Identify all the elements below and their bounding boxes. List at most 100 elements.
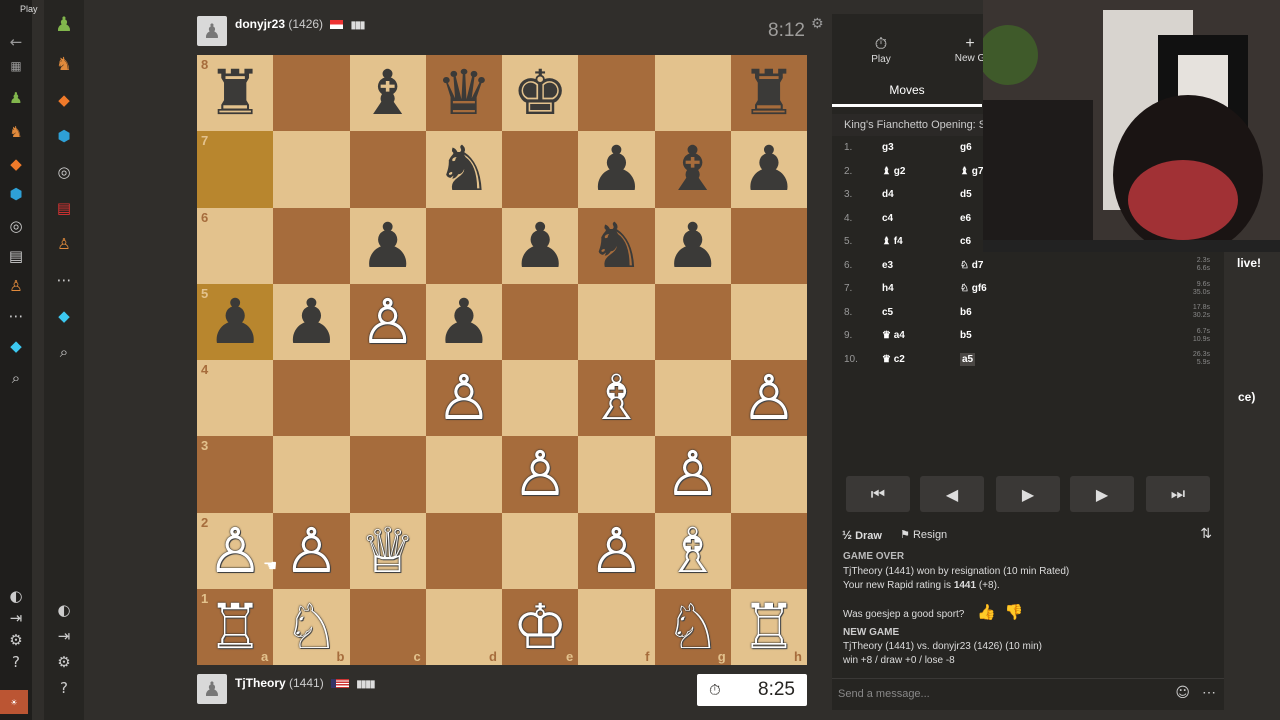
square-c2[interactable]: ♕ (349, 512, 426, 589)
square-h2[interactable] (730, 512, 807, 589)
black-piece[interactable]: ♛ (436, 62, 492, 124)
tab-play[interactable]: ⏱ Play (852, 14, 910, 84)
white-move[interactable]: d4 (882, 189, 894, 200)
black-move[interactable]: ♘ d7 (960, 260, 983, 271)
more-icon[interactable]: ⋯ (6, 306, 26, 326)
white-piece[interactable]: ♖ (741, 595, 797, 658)
square-g7[interactable]: ♝ (654, 131, 731, 208)
square-h6[interactable] (730, 207, 807, 284)
white-piece[interactable]: ♙ (512, 443, 568, 505)
square-c6[interactable]: ♟ (349, 207, 426, 284)
white-piece[interactable]: ♙ (284, 519, 340, 582)
white-move[interactable]: e3 (882, 260, 893, 271)
news-icon[interactable]: ▤ (6, 246, 26, 266)
square-h3[interactable] (730, 436, 807, 513)
collapse-icon[interactable]: ⇥ (54, 626, 74, 646)
next-move-button[interactable]: ▶ (1070, 476, 1134, 512)
square-b4[interactable] (273, 360, 350, 437)
black-piece[interactable]: ♟ (436, 290, 492, 353)
square-d3[interactable] (425, 436, 502, 513)
last-move-button[interactable]: ⏭ (1146, 476, 1210, 512)
square-g5[interactable] (654, 283, 731, 360)
square-d7[interactable]: ♞ (425, 131, 502, 208)
square-b7[interactable] (273, 131, 350, 208)
news-icon[interactable]: ▤ (54, 198, 74, 218)
search-icon[interactable]: ⌕ (6, 368, 26, 388)
square-d1[interactable]: d (425, 588, 502, 665)
white-piece[interactable]: ♗ (589, 367, 645, 429)
white-move[interactable]: ♛ a4 (882, 330, 905, 341)
first-move-button[interactable]: ⏮ (846, 476, 910, 512)
square-e2[interactable] (502, 512, 579, 589)
square-e4[interactable] (502, 360, 579, 437)
black-move[interactable]: g6 (960, 142, 972, 153)
white-piece[interactable]: ♕ (360, 519, 416, 582)
white-move[interactable]: c5 (882, 307, 893, 318)
white-piece[interactable]: ♘ (665, 595, 721, 658)
square-g3[interactable]: ♙ (654, 436, 731, 513)
black-piece[interactable]: ♞ (589, 214, 645, 277)
square-b8[interactable] (273, 55, 350, 132)
black-piece[interactable]: ♜ (207, 62, 263, 124)
tab-moves[interactable]: Moves (832, 76, 982, 107)
black-piece[interactable]: ♟ (360, 214, 416, 277)
theme-icon[interactable]: ◐ (54, 600, 74, 620)
square-c8[interactable]: ♝ (349, 55, 426, 132)
bottom-player-name[interactable]: TjTheory (235, 676, 286, 690)
black-piece[interactable]: ♟ (741, 138, 797, 200)
square-a4[interactable]: 4 (197, 360, 274, 437)
taskbar-widget-icon[interactable]: ☀ (0, 690, 28, 714)
back-icon[interactable]: ← (6, 32, 26, 52)
square-d6[interactable] (425, 207, 502, 284)
black-piece[interactable]: ♚ (512, 62, 568, 124)
watch-icon[interactable]: ◎ (6, 216, 26, 236)
white-piece[interactable]: ♙ (360, 290, 416, 353)
theme-icon[interactable]: ◐ (6, 586, 26, 606)
black-piece[interactable]: ♜ (741, 62, 797, 124)
play-pawn-icon[interactable]: ♟ (54, 12, 74, 36)
help-icon[interactable]: ? (6, 652, 26, 672)
black-piece[interactable]: ♝ (360, 62, 416, 124)
black-piece[interactable]: ♟ (284, 290, 340, 353)
black-piece[interactable]: ♟ (589, 138, 645, 200)
square-f8[interactable] (578, 55, 655, 132)
square-h7[interactable]: ♟ (730, 131, 807, 208)
black-move[interactable]: d5 (960, 189, 972, 200)
square-h8[interactable]: ♜ (730, 55, 807, 132)
square-b6[interactable] (273, 207, 350, 284)
square-f6[interactable]: ♞ (578, 207, 655, 284)
white-piece[interactable]: ♙ (436, 367, 492, 429)
white-piece[interactable]: ♙ (741, 367, 797, 429)
white-piece[interactable]: ♖ (207, 595, 263, 658)
white-move[interactable]: ♝ g2 (882, 166, 905, 177)
white-piece[interactable]: ♗ (665, 519, 721, 582)
social-icon[interactable]: ♙ (54, 234, 74, 254)
diamond-icon[interactable]: ◆ (6, 336, 26, 356)
chat-input[interactable]: Send a message... (838, 688, 930, 700)
square-e3[interactable]: ♙ (502, 436, 579, 513)
square-d2[interactable] (425, 512, 502, 589)
square-g1[interactable]: g ♘ (654, 588, 731, 665)
apps-icon[interactable]: ▦ (6, 56, 26, 76)
square-d8[interactable]: ♛ (425, 55, 502, 132)
more-options-icon[interactable]: ⋯ (1202, 684, 1216, 701)
square-a6[interactable]: 6 (197, 207, 274, 284)
emoji-icon[interactable]: ☺ (1175, 685, 1190, 701)
chess-board[interactable]: 8 ♜ ♝ ♛ ♚ ♜ 7 ♞ ♟ ♝ ♟ 6 ♟ ♟ ♞ ♟ 5 ♟ ♟ ♙ ♟ 4 ♙ ♗ ♙ 3 ♙ ♙ 2 ♙ ♙ ♕ ♙ ♗ 1 a ♖ b ♘ c… (197, 55, 807, 665)
search-icon[interactable]: ⌕ (54, 342, 74, 362)
top-player-name[interactable]: donyjr23 (235, 17, 285, 31)
square-e6[interactable]: ♟ (502, 207, 579, 284)
black-piece[interactable]: ♝ (665, 138, 721, 200)
square-g8[interactable] (654, 55, 731, 132)
square-f5[interactable] (578, 283, 655, 360)
thumbs-up-icon[interactable]: 👍 (977, 603, 996, 621)
white-move[interactable]: c4 (882, 213, 893, 224)
black-piece[interactable]: ♟ (665, 214, 721, 277)
square-f1[interactable]: f (578, 588, 655, 665)
lessons-icon[interactable]: ◆ (54, 90, 74, 110)
white-piece[interactable]: ♔ (512, 595, 568, 658)
more-icon[interactable]: ⋯ (54, 270, 74, 290)
white-move[interactable]: h4 (882, 283, 894, 294)
square-c4[interactable] (349, 360, 426, 437)
lessons-icon[interactable]: ◆ (6, 154, 26, 174)
